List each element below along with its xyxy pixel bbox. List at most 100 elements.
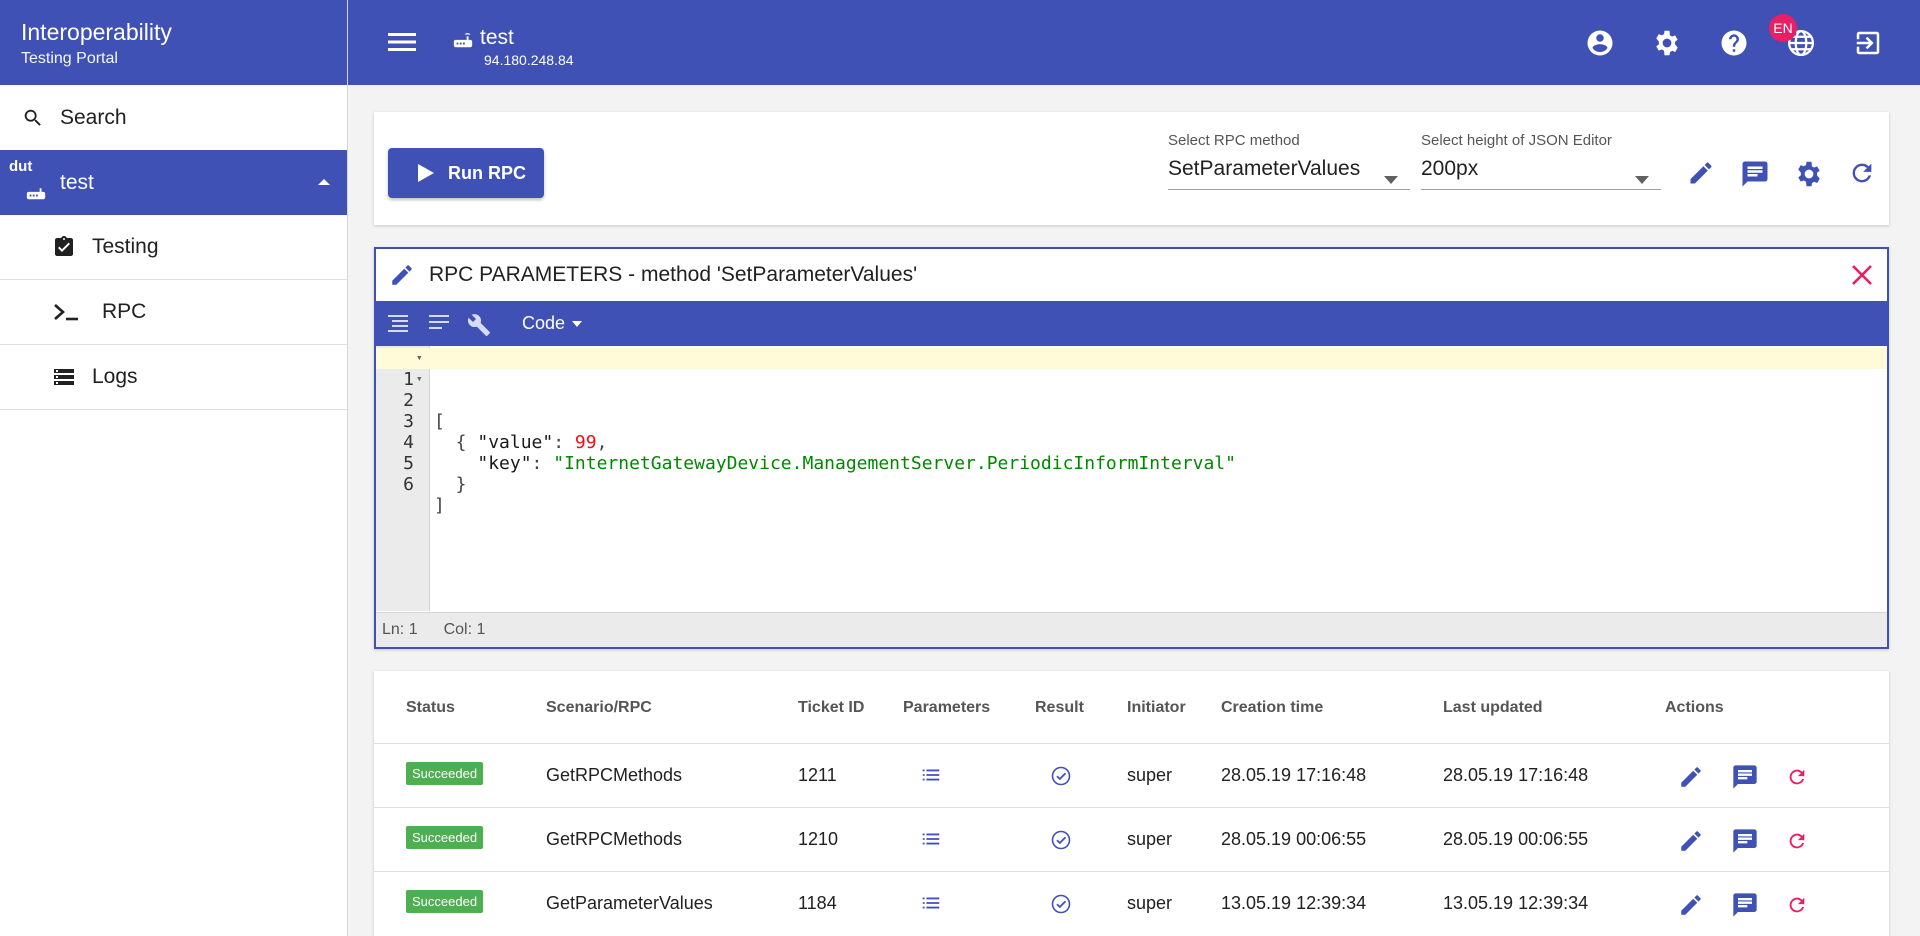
initiator: super (1127, 893, 1173, 913)
top-app-bar: test 94.180.248.84 EN (348, 0, 1920, 85)
initiator: super (1127, 765, 1173, 785)
help-icon[interactable] (1719, 28, 1749, 58)
editor-toolbar: Code (376, 301, 1887, 346)
rpc-method-select[interactable]: Select RPC method SetParameterValues (1168, 132, 1410, 190)
rpc-name: GetRPCMethods (546, 829, 683, 849)
settings-icon[interactable] (1794, 159, 1824, 189)
check-circle-icon[interactable] (1051, 894, 1071, 914)
rpc-method-label: Select RPC method (1168, 132, 1300, 149)
creation-time: 28.05.19 17:16:48 (1221, 765, 1367, 785)
logout-icon[interactable] (1853, 28, 1883, 58)
refresh-icon[interactable] (1786, 830, 1808, 852)
column-header[interactable]: Status (406, 699, 455, 717)
rpc-name: GetParameterValues (546, 893, 713, 913)
settings-icon[interactable] (1652, 28, 1682, 58)
sidebar-search-label: Search (60, 105, 127, 129)
sidebar-item-rpc[interactable]: RPC (0, 280, 347, 345)
clipboard-check-icon (55, 236, 73, 256)
code-line: 2 ▾ { (376, 369, 1887, 453)
sidebar: Interoperability Testing Portal Search d… (0, 0, 348, 936)
line-number: 6 (403, 474, 414, 495)
brand-title: Interoperability (21, 19, 172, 45)
table-row[interactable]: Succeeded GetParameterValues 1184 super … (374, 871, 1889, 936)
sidebar-item-logs[interactable]: Logs (0, 345, 347, 410)
editor-height-value: 200px (1421, 157, 1661, 190)
sidebar-device[interactable]: dut test (0, 150, 347, 215)
rpc-history-table: Status Scenario/RPC Ticket ID Parameters… (374, 671, 1889, 936)
column-header[interactable]: Ticket ID (798, 699, 864, 717)
brand-subtitle: Testing Portal (21, 50, 118, 67)
ticket-id: 1184 (798, 893, 837, 913)
cursor-col: Col: 1 (443, 621, 486, 638)
storage-icon (54, 369, 74, 385)
device-ip: 94.180.248.84 (484, 52, 574, 68)
check-circle-icon[interactable] (1051, 830, 1071, 850)
comment-log-icon[interactable] (1740, 159, 1770, 189)
code-area[interactable]: 1 ▾ [ 2 ▾ { 3 "value": 99, 4 "key": "Int… (376, 346, 1887, 611)
wrench-icon[interactable] (467, 313, 491, 337)
list-icon[interactable] (920, 892, 942, 914)
column-header[interactable]: Result (1035, 699, 1084, 717)
edit-icon (392, 265, 412, 285)
device-tag: dut (9, 158, 33, 175)
brand: Interoperability Testing Portal (0, 0, 347, 85)
check-circle-icon[interactable] (1051, 766, 1071, 786)
column-header[interactable]: Scenario/RPC (546, 699, 652, 717)
sidebar-item-label: Logs (92, 365, 138, 388)
fold-arrow-icon[interactable]: ▾ (416, 372, 423, 385)
column-header[interactable]: Last updated (1443, 699, 1543, 717)
sidebar-search[interactable]: Search (0, 85, 347, 150)
edit-icon[interactable] (1678, 764, 1704, 790)
comment-log-icon[interactable] (1731, 763, 1759, 791)
refresh-icon[interactable] (1786, 766, 1808, 788)
column-header[interactable]: Creation time (1221, 699, 1323, 717)
run-rpc-label: Run RPC (448, 162, 526, 183)
edit-icon[interactable] (1678, 892, 1704, 918)
status-badge: Succeeded (406, 762, 484, 785)
creation-time: 13.05.19 12:39:34 (1221, 893, 1367, 913)
table-row[interactable]: Succeeded GetRPCMethods 1210 super 28.05… (374, 807, 1889, 872)
router-icon (453, 33, 473, 48)
comment-log-icon[interactable] (1731, 891, 1759, 919)
list-icon[interactable] (920, 764, 942, 786)
status-badge: Succeeded (406, 890, 484, 913)
compact-icon[interactable] (427, 313, 451, 333)
sidebar-item-label: RPC (102, 300, 147, 323)
device-name: test (480, 26, 514, 49)
menu-icon[interactable] (388, 31, 416, 53)
sidebar-item-testing[interactable]: Testing (0, 215, 347, 280)
format-icon[interactable] (386, 313, 410, 335)
list-icon[interactable] (920, 828, 942, 850)
account-circle-icon[interactable] (1585, 28, 1615, 58)
rpc-name: GetRPCMethods (546, 765, 683, 785)
router-icon (26, 188, 46, 200)
comment-log-icon[interactable] (1731, 827, 1759, 855)
refresh-icon[interactable] (1786, 894, 1808, 916)
code-line: 5 } (376, 432, 1887, 495)
play-icon (418, 164, 434, 182)
ticket-id: 1210 (798, 829, 839, 849)
edit-icon[interactable] (1687, 159, 1715, 187)
run-rpc-button[interactable]: Run RPC (388, 148, 544, 198)
status-badge: Succeeded (406, 826, 484, 849)
language-badge[interactable]: EN (1769, 14, 1797, 42)
last-updated: 28.05.19 00:06:55 (1443, 829, 1589, 849)
code-line: 1 ▾ [ (376, 348, 1887, 432)
console-prompt-icon (54, 304, 78, 321)
column-header[interactable]: Initiator (1127, 699, 1186, 717)
creation-time: 28.05.19 00:06:55 (1221, 829, 1367, 849)
edit-icon[interactable] (1678, 828, 1704, 854)
dropdown-arrow-icon (1384, 176, 1398, 184)
refresh-icon[interactable] (1848, 159, 1876, 187)
ticket-id: 1211 (798, 765, 837, 785)
editor-height-select[interactable]: Select height of JSON Editor 200px (1421, 132, 1661, 190)
table-row[interactable]: Succeeded GetRPCMethods 1211 super 28.05… (374, 743, 1889, 808)
column-header[interactable]: Parameters (903, 699, 990, 717)
dropdown-arrow-icon (1635, 176, 1649, 184)
mode-dropdown[interactable]: Code (522, 313, 583, 334)
search-icon (24, 109, 41, 126)
caret-up-icon (318, 179, 330, 185)
fold-arrow-icon[interactable]: ▾ (416, 351, 423, 364)
close-icon[interactable] (1851, 264, 1873, 286)
rpc-toolbar: Run RPC Select RPC method SetParameterVa… (374, 112, 1889, 225)
